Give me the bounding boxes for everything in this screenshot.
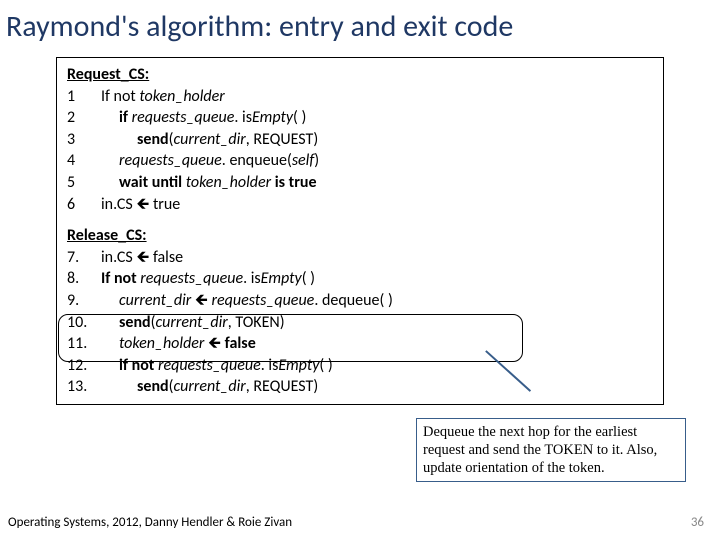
code-line: 4requests_queue. enqueue(self) [67, 150, 653, 172]
release-cs-header: Release_CS: [67, 225, 653, 247]
code-line: 5wait until token_holder is true [67, 172, 653, 194]
code-line: 9.current_dir 🡸 requests_queue. dequeue(… [67, 290, 653, 312]
code-line: 2if requests_queue. isEmpty( ) [67, 107, 653, 129]
code-line: 6in.CS 🡸 true [67, 194, 653, 216]
slide-title: Raymond's algorithm: entry and exit code [0, 0, 720, 49]
code-box: Request_CS: 1If not token_holder2if requ… [56, 57, 664, 405]
code-line: 11.token_holder 🡸 false [67, 333, 653, 355]
request-cs-header: Request_CS: [67, 64, 653, 86]
code-line: 1If not token_holder [67, 86, 653, 108]
code-line: 13.send(current_dir, REQUEST) [67, 376, 653, 398]
code-line: 12.if not requests_queue. isEmpty( ) [67, 355, 653, 377]
code-line: 7.in.CS 🡸 false [67, 247, 653, 269]
code-line: 8.If not requests_queue. isEmpty( ) [67, 268, 653, 290]
callout-box: Dequeue the next hop for the earliest re… [416, 418, 686, 482]
page-number: 36 [691, 515, 704, 530]
footer-text: Operating Systems, 2012, Danny Hendler &… [8, 515, 292, 530]
request-cs-lines: 1If not token_holder2if requests_queue. … [67, 86, 653, 216]
code-line: 3send(current_dir, REQUEST) [67, 129, 653, 151]
code-line: 10.send(current_dir, TOKEN) [67, 312, 653, 334]
release-cs-lines: 7.in.CS 🡸 false8.If not requests_queue. … [67, 247, 653, 398]
